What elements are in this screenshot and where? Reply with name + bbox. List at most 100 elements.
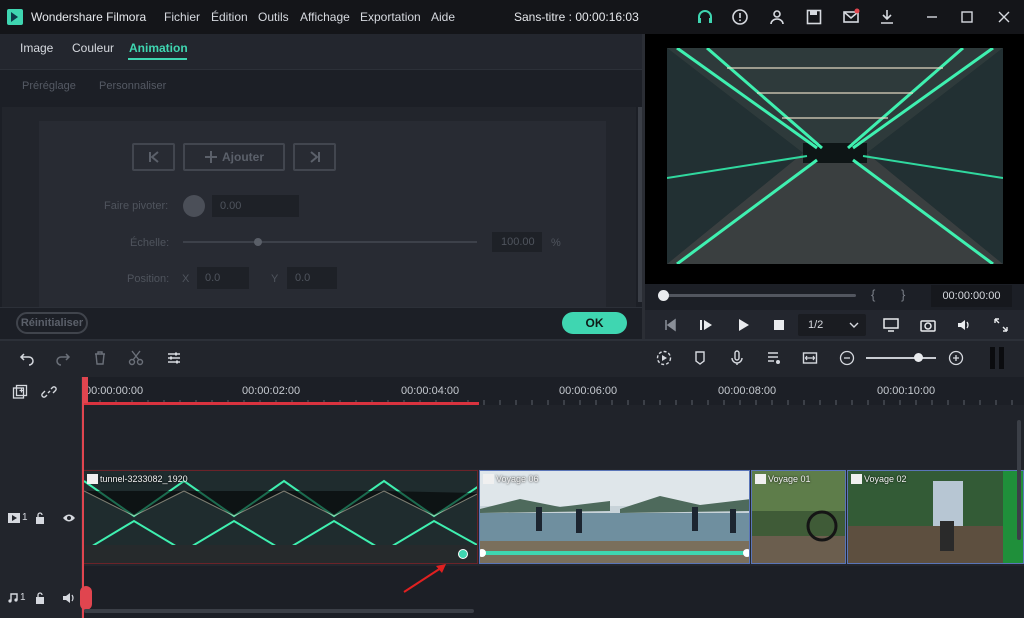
preview-scrub-knob[interactable] [658,290,669,301]
video-clip-icon [755,474,766,484]
next-keyframe-button[interactable] [293,143,336,171]
prev-keyframe-icon [148,151,159,163]
position-y-field[interactable]: 0.0 [287,267,337,289]
ruler-tick-label: 00:00:00:00 [85,385,144,397]
timeline-clip[interactable]: tunnel-3233082_1920 [83,470,478,564]
reset-button[interactable]: Réinitialiser [16,312,88,334]
video-track-icon [8,512,20,523]
menu-outils[interactable]: Outils [258,10,289,24]
quality-value: 1/2 [808,319,824,331]
zoom-slider-knob[interactable] [914,353,923,362]
account-icon[interactable] [768,8,786,26]
image-clip-icon [87,474,98,484]
music-note-icon [8,592,18,603]
subtab-preglage[interactable]: Préréglage [22,80,76,92]
info-icon[interactable] [731,8,749,26]
redo-icon[interactable] [55,350,71,366]
undo-icon[interactable] [19,350,35,366]
ok-button[interactable]: OK [562,312,627,334]
link-icon[interactable] [41,384,57,400]
title-bar [0,0,1024,34]
preview-video-frame [667,48,1003,264]
headset-icon[interactable] [696,8,714,26]
position-label: Position: [127,273,170,285]
pause-bars-icon[interactable] [989,347,1005,369]
fullscreen-icon[interactable] [993,317,1009,333]
timeline-clip[interactable]: Voyage 01 [751,470,846,564]
keyframe-marker[interactable] [458,549,468,559]
menu-aide[interactable]: Aide [431,10,455,24]
rotate-value-field[interactable]: 0.00 [212,195,299,217]
prev-keyframe-button[interactable] [132,143,175,171]
timeline-horizontal-scrollbar[interactable] [84,609,474,613]
playback-quality-select[interactable]: 1/2 [798,314,866,336]
video-clip-icon [483,474,494,484]
zoom-slider-track[interactable] [866,357,936,359]
render-preview-icon[interactable] [656,350,672,366]
timeline-clip[interactable]: Voyage 02 [847,470,1024,564]
adjust-icon[interactable] [166,350,182,366]
clip-title: Voyage 02 [864,474,907,484]
speaker-icon[interactable] [62,592,76,604]
cut-icon[interactable] [128,350,144,366]
mark-in-button[interactable]: { [871,287,875,302]
rotate-dial[interactable] [183,195,205,217]
playhead[interactable] [82,377,84,618]
playhead-handle[interactable] [82,377,88,403]
position-x-field[interactable]: 0.0 [197,267,249,289]
microphone-icon[interactable] [729,350,745,366]
play-icon[interactable] [735,317,751,333]
save-icon[interactable] [805,8,823,26]
voiceover-icon[interactable] [766,350,782,366]
zoom-in-icon[interactable] [948,350,964,366]
preview-timecode: 00:00:00:00 [931,285,1012,307]
delete-icon[interactable] [92,350,108,366]
fit-timeline-icon[interactable] [802,350,818,366]
preview-scrub-track[interactable] [664,294,856,297]
lock-icon[interactable] [35,512,45,524]
tab-image[interactable]: Image [20,41,53,55]
audio-playhead-marker[interactable] [80,586,92,610]
marker-icon[interactable] [692,350,708,366]
play-frame-icon[interactable] [698,317,714,333]
scale-slider-track[interactable] [183,241,477,243]
previous-frame-icon[interactable] [662,317,678,333]
video-track-label: 1 [8,512,28,523]
mail-icon[interactable] [842,8,860,26]
tab-animation[interactable]: Animation [129,41,188,55]
download-icon[interactable] [878,8,896,26]
filmora-logo-icon [7,9,23,25]
eye-icon[interactable] [62,513,76,523]
mark-out-button[interactable]: } [901,287,905,302]
zoom-out-icon[interactable] [839,350,855,366]
scale-slider-knob[interactable] [254,238,262,246]
display-icon[interactable] [883,317,899,333]
app-name: Wondershare Filmora [31,10,147,24]
menu-fichier[interactable]: Fichier [164,10,200,24]
subtab-personnaliser[interactable]: Personnaliser [99,80,166,92]
timeline-clip[interactable]: Voyage 06 [479,470,750,564]
audio-lock-icon[interactable] [35,592,45,604]
stop-icon[interactable] [771,317,787,333]
add-track-icon[interactable] [12,384,28,400]
audio-track-label: 1 [8,592,26,603]
position-x-label: X [182,273,190,285]
menu-edition[interactable]: Édition [211,10,248,24]
scale-label: Échelle: [130,237,170,249]
video-track-number: 1 [22,512,28,523]
track-headers [0,377,82,618]
scale-value-field[interactable]: 100.00 [492,232,542,252]
minimize-icon[interactable] [923,8,941,26]
clip-thumbnails [84,471,477,563]
menu-affichage[interactable]: Affichage [300,10,350,24]
volume-icon[interactable] [956,317,972,333]
menu-exportation[interactable]: Exportation [360,10,421,24]
add-keyframe-label: Ajouter [222,150,264,164]
empty-track-area[interactable] [82,405,1024,469]
tab-couleur[interactable]: Couleur [72,41,114,55]
close-icon[interactable] [995,8,1013,26]
timeline-vertical-scrollbar[interactable] [1017,420,1021,540]
maximize-icon[interactable] [958,8,976,26]
add-keyframe-button[interactable]: Ajouter [183,143,285,171]
snapshot-icon[interactable] [920,317,936,333]
